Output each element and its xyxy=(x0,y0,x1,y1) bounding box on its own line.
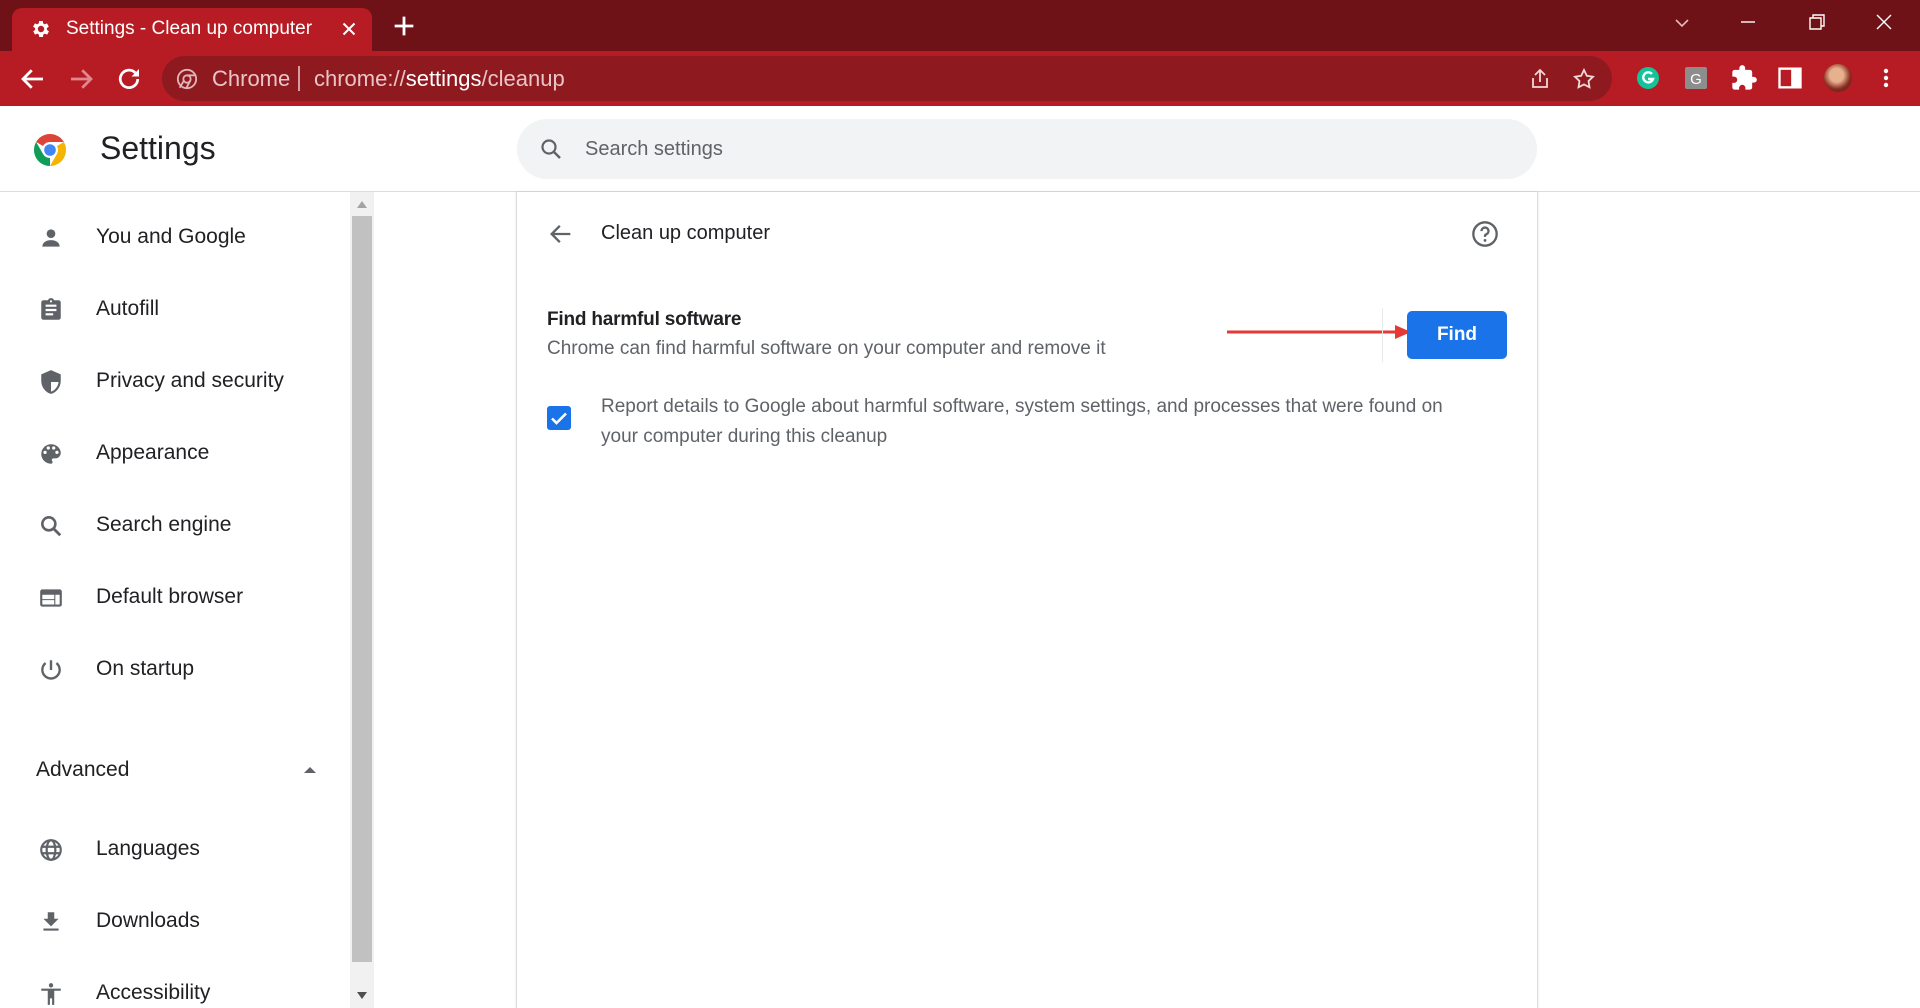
sidebar-item-label: Appearance xyxy=(96,441,210,464)
omnibox-divider xyxy=(298,66,300,91)
browser-icon xyxy=(40,589,62,607)
close-tab-icon[interactable] xyxy=(338,18,360,40)
sidebar-item-label: Languages xyxy=(96,837,200,860)
sidebar-item-label: You and Google xyxy=(96,225,246,248)
reload-icon[interactable] xyxy=(114,64,144,94)
shield-icon xyxy=(41,370,61,394)
search-settings-input[interactable] xyxy=(585,133,1485,165)
sidebar-item-label: Default browser xyxy=(96,585,244,608)
row-divider xyxy=(1382,308,1383,362)
arrow-up-icon xyxy=(304,767,316,773)
settings-sidebar: You and Google Autofill Privacy and secu… xyxy=(0,192,350,1008)
chrome-logo-icon xyxy=(33,134,67,166)
tab-strip: Settings - Clean up computer xyxy=(0,0,1920,51)
person-icon xyxy=(42,229,60,247)
scroll-down-arrow-icon[interactable] xyxy=(357,992,367,1000)
search-icon xyxy=(41,516,62,537)
find-button[interactable]: Find xyxy=(1407,311,1507,359)
side-panel-icon[interactable] xyxy=(1776,64,1804,92)
address-bar[interactable]: Chrome chrome://settings/cleanup xyxy=(162,56,1612,101)
annotation-arrow xyxy=(1227,325,1411,339)
browser-toolbar: Chrome chrome://settings/cleanup G xyxy=(0,51,1920,106)
power-icon xyxy=(41,660,61,680)
site-chip-label: Chrome xyxy=(212,66,291,91)
minimize-icon[interactable] xyxy=(1728,8,1768,38)
tab-title: Settings - Clean up computer xyxy=(66,18,313,39)
url-host: settings xyxy=(405,66,482,91)
globe-icon xyxy=(40,839,62,861)
report-details-label[interactable]: Report details to Google about harmful s… xyxy=(601,392,1481,452)
extensions-puzzle-icon[interactable] xyxy=(1730,64,1758,92)
sidebar-item-appearance[interactable]: Appearance xyxy=(0,424,340,484)
scroll-up-arrow-icon[interactable] xyxy=(357,200,367,208)
settings-brand-title: Settings xyxy=(100,130,216,166)
sidebar-item-label: Accessibility xyxy=(96,981,211,1004)
active-tab[interactable]: Settings - Clean up computer xyxy=(12,8,372,51)
scrollbar-thumb[interactable] xyxy=(352,216,372,962)
sidebar-item-label: Autofill xyxy=(96,297,160,320)
url-scheme: chrome:// xyxy=(314,66,406,91)
sidebar-item-label: Downloads xyxy=(96,909,200,932)
sidebar-item-privacy-and-security[interactable]: Privacy and security xyxy=(0,352,340,412)
forward-arrow-icon[interactable] xyxy=(66,64,96,94)
sidebar-item-languages[interactable]: Languages xyxy=(0,820,340,880)
advanced-label: Advanced xyxy=(36,758,130,781)
sidebar-item-label: Search engine xyxy=(96,513,232,536)
download-icon xyxy=(43,912,59,931)
tab-search-chevron-icon[interactable] xyxy=(1662,8,1702,38)
sidebar-item-label: On startup xyxy=(96,657,195,680)
sidebar-item-you-and-google[interactable]: You and Google xyxy=(0,208,340,268)
search-settings-box[interactable] xyxy=(517,119,1537,179)
clipboard-icon xyxy=(41,298,61,320)
chrome-site-icon xyxy=(176,68,198,90)
new-tab-icon[interactable] xyxy=(390,12,418,40)
restore-icon[interactable] xyxy=(1796,8,1836,38)
close-window-icon[interactable] xyxy=(1864,8,1904,38)
checkmark-icon xyxy=(551,412,567,425)
menu-kebab-icon[interactable] xyxy=(1872,64,1900,92)
cleanup-card: Clean up computer Find harmful software … xyxy=(516,192,1538,1008)
accessibility-icon xyxy=(41,983,61,1005)
settings-header: Settings xyxy=(0,106,1920,192)
sidebar-item-search-engine[interactable]: Search engine xyxy=(0,496,340,556)
sidebar-scrollbar[interactable] xyxy=(350,192,374,1008)
sidebar-item-accessibility[interactable]: Accessibility xyxy=(0,964,340,1008)
help-icon[interactable] xyxy=(1471,220,1499,248)
page-title: Clean up computer xyxy=(601,222,770,244)
extension-g-icon[interactable]: G xyxy=(1682,64,1710,92)
back-arrow-icon[interactable] xyxy=(18,64,48,94)
find-harmful-software-description: Chrome can find harmful software on your… xyxy=(547,338,1106,359)
grammarly-icon[interactable] xyxy=(1634,64,1662,92)
back-arrow-icon[interactable] xyxy=(547,220,575,248)
palette-icon xyxy=(41,444,61,464)
sidebar-item-autofill[interactable]: Autofill xyxy=(0,280,340,340)
share-icon[interactable] xyxy=(1528,67,1552,91)
sidebar-item-downloads[interactable]: Downloads xyxy=(0,892,340,952)
gear-icon xyxy=(33,21,49,37)
search-icon xyxy=(541,139,561,159)
url-path: /cleanup xyxy=(481,66,565,91)
url-text[interactable]: chrome://settings/cleanup xyxy=(314,66,565,92)
profile-avatar[interactable] xyxy=(1824,64,1852,92)
report-details-checkbox[interactable] xyxy=(547,406,571,430)
bookmark-star-icon[interactable] xyxy=(1572,67,1596,91)
find-harmful-software-title: Find harmful software xyxy=(547,309,742,330)
sidebar-advanced-toggle[interactable]: Advanced xyxy=(0,744,340,794)
sidebar-item-default-browser[interactable]: Default browser xyxy=(0,568,340,628)
sidebar-item-on-startup[interactable]: On startup xyxy=(0,640,340,700)
sidebar-item-label: Privacy and security xyxy=(96,369,284,392)
svg-text:G: G xyxy=(1690,71,1702,88)
